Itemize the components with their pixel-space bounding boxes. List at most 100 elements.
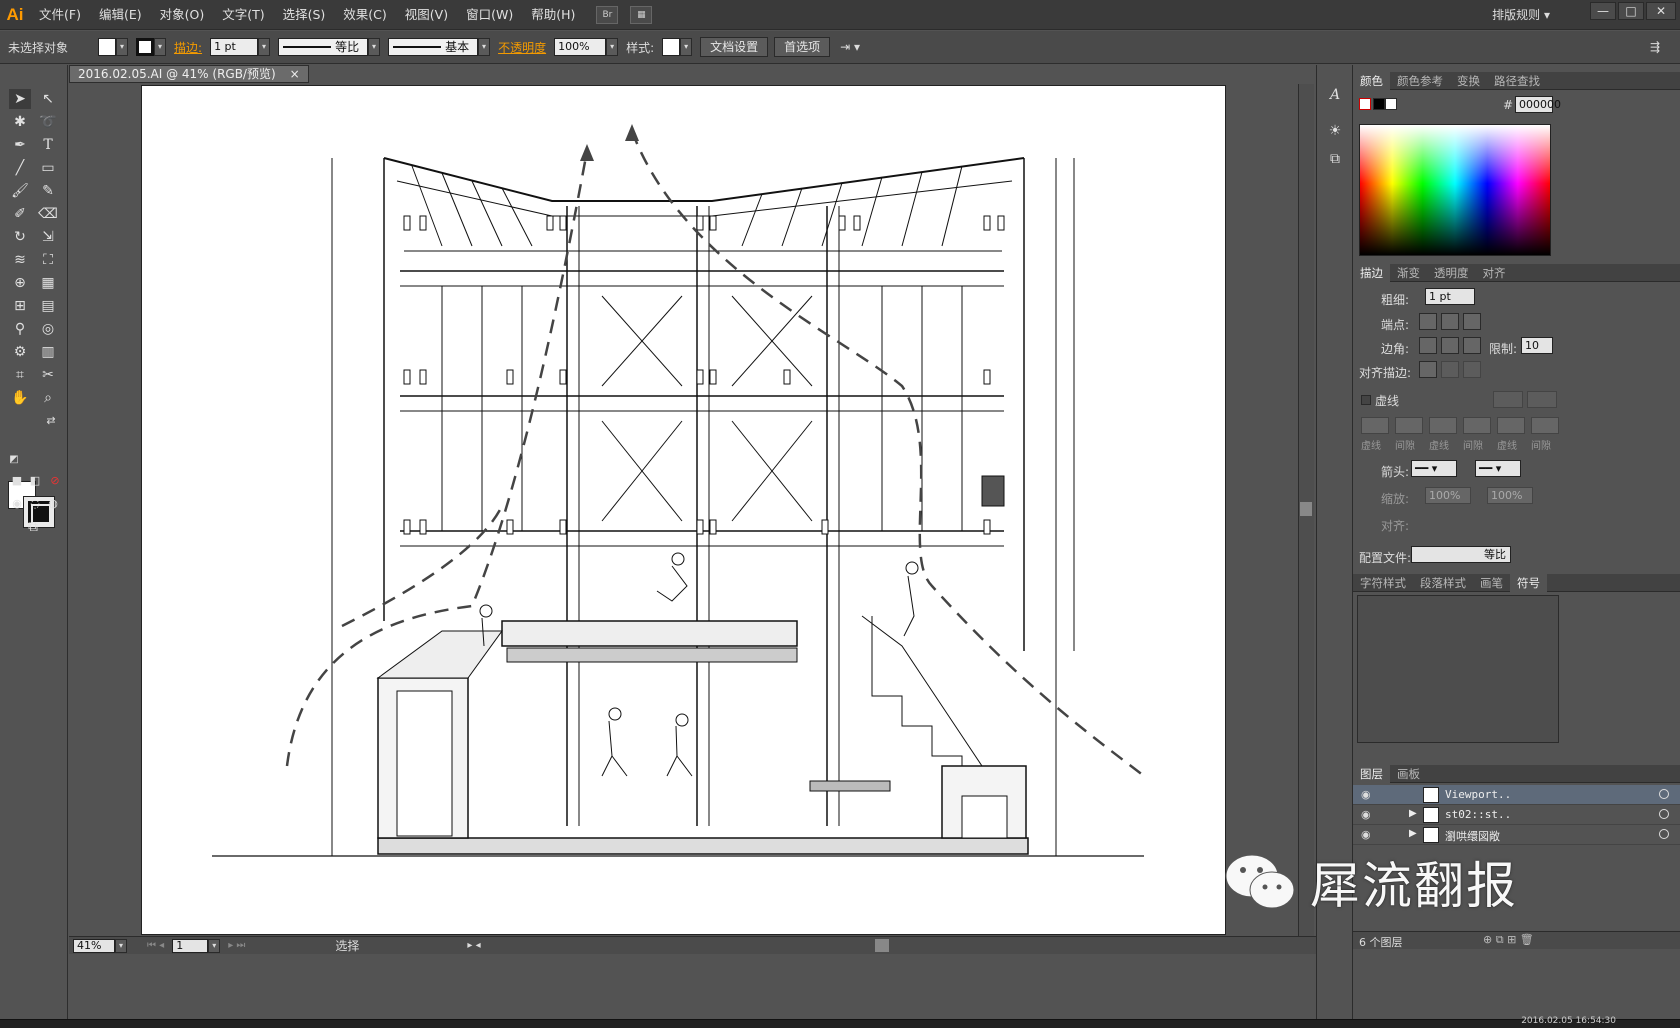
stroke-weight-dropdown[interactable]: ▾ — [258, 38, 271, 56]
align-outside-button[interactable] — [1463, 361, 1481, 378]
brush-definition[interactable]: 基本 — [388, 38, 479, 56]
last-artboard-icon[interactable]: ▸ ⏭ — [228, 940, 245, 951]
artboard-number-input[interactable]: 1 — [172, 938, 209, 953]
close-button[interactable]: ✕ — [1646, 2, 1676, 20]
first-artboard-icon[interactable]: ⏮ ◂ — [147, 940, 164, 951]
bridge-button[interactable]: Br — [596, 5, 619, 24]
menu-window[interactable]: 窗口(W) — [457, 0, 522, 30]
artboard-dropdown[interactable]: ▾ — [208, 938, 221, 953]
fill-swatch[interactable] — [98, 38, 117, 56]
menu-effect[interactable]: 效果(C) — [334, 0, 395, 30]
gap-input-2[interactable] — [1463, 417, 1491, 434]
dashed-line-checkbox[interactable] — [1361, 395, 1371, 405]
vertical-scrollbar[interactable] — [1298, 84, 1314, 936]
free-transform-tool-icon[interactable]: ⛶ — [37, 250, 59, 270]
projecting-cap-button[interactable] — [1463, 313, 1481, 330]
profile-dropdown[interactable]: ▾ — [368, 38, 381, 56]
scale-tool-icon[interactable]: ⇲ — [37, 227, 59, 247]
layer-target-icon[interactable] — [1659, 829, 1669, 839]
lasso-tool-icon[interactable]: ➰ — [37, 112, 59, 132]
tab-transform[interactable]: 变换 — [1450, 73, 1487, 89]
menu-help[interactable]: 帮助(H) — [522, 0, 584, 30]
vertical-scroll-thumb[interactable] — [1300, 502, 1312, 516]
butt-cap-button[interactable] — [1419, 313, 1437, 330]
eraser-tool-icon[interactable]: ⌫ — [37, 204, 59, 224]
blob-brush-tool-icon[interactable]: ✐ — [9, 204, 31, 224]
visibility-eye-icon[interactable]: ◉ — [1361, 808, 1373, 821]
opacity-input[interactable]: 100% — [554, 38, 607, 56]
default-colors-icon[interactable]: ◩ — [3, 450, 25, 470]
layer-name[interactable]: 瀏哄缳図敞 — [1445, 828, 1500, 844]
horizontal-scroll-thumb[interactable] — [875, 939, 889, 952]
restore-button[interactable]: □ — [1618, 2, 1644, 20]
zoom-input[interactable]: 41% — [73, 938, 115, 953]
menu-object[interactable]: 对象(O) — [151, 0, 214, 30]
tab-color[interactable]: 颜色 — [1353, 71, 1390, 90]
magic-wand-tool-icon[interactable]: ✱ — [9, 112, 31, 132]
profile-select[interactable]: 等比 — [1411, 546, 1511, 563]
dash-input-1[interactable] — [1361, 417, 1389, 434]
tab-color-guide[interactable]: 颜色参考 — [1390, 73, 1450, 89]
tab-align[interactable]: 对齐 — [1476, 265, 1513, 281]
limit-input[interactable]: 10 — [1521, 337, 1553, 354]
tab-pathfinder[interactable]: 路径查找 — [1487, 73, 1547, 89]
round-cap-button[interactable] — [1441, 313, 1459, 330]
tab-transparency[interactable]: 透明度 — [1427, 265, 1476, 281]
tab-paragraph-styles[interactable]: 段落样式 — [1413, 575, 1473, 591]
stroke-weight-input[interactable]: 1 pt — [210, 38, 259, 56]
tab-gradient[interactable]: 渐变 — [1390, 265, 1427, 281]
zoom-tool-icon[interactable]: ⌕ — [37, 388, 59, 408]
tab-character-styles[interactable]: 字符样式 — [1353, 575, 1413, 591]
pen-tool-icon[interactable]: ✒ — [9, 135, 31, 155]
dash-preserve-button[interactable] — [1493, 391, 1523, 408]
workspace-switcher[interactable]: 排版规则 ▾ — [1492, 0, 1550, 30]
appearance-panel-icon[interactable]: ☀ — [1324, 121, 1346, 141]
hex-input[interactable]: 000000 — [1515, 96, 1561, 113]
rotate-tool-icon[interactable]: ↻ — [9, 227, 31, 247]
menu-type[interactable]: 文字(T) — [213, 0, 273, 30]
dash-input-2[interactable] — [1429, 417, 1457, 434]
direct-selection-tool-icon[interactable]: ↖ — [37, 89, 59, 109]
variable-width-profile[interactable]: 等比 — [278, 38, 369, 56]
menu-file[interactable]: 文件(F) — [30, 0, 90, 30]
menu-select[interactable]: 选择(S) — [274, 0, 335, 30]
start-scale-input[interactable]: 100% — [1425, 487, 1471, 504]
fill-dropdown[interactable]: ▾ — [116, 38, 129, 56]
dash-input-3[interactable] — [1497, 417, 1525, 434]
round-join-button[interactable] — [1441, 337, 1459, 354]
tab-layers[interactable]: 图层 — [1353, 764, 1390, 783]
status-menu-icon[interactable]: ▸ ◂ — [467, 940, 480, 951]
graphic-style-swatch[interactable] — [662, 38, 681, 56]
rectangle-tool-icon[interactable]: ▭ — [37, 158, 59, 178]
symbol-sprayer-tool-icon[interactable]: ⚙ — [9, 342, 31, 362]
paintbrush-tool-icon[interactable]: 🖌 — [9, 181, 31, 201]
slice-tool-icon[interactable]: ✂ — [37, 365, 59, 385]
panel-menu-icon[interactable]: ⇶ — [1650, 40, 1660, 54]
type-tool-icon[interactable]: T — [37, 135, 59, 155]
none-color-icon[interactable] — [1359, 98, 1371, 110]
menu-edit[interactable]: 编辑(E) — [90, 0, 151, 30]
visibility-eye-icon[interactable]: ◉ — [1361, 828, 1373, 841]
perspective-grid-tool-icon[interactable]: ▦ — [37, 273, 59, 293]
align-center-button[interactable] — [1419, 361, 1437, 378]
tab-artboards[interactable]: 画板 — [1390, 766, 1427, 782]
miter-join-button[interactable] — [1419, 337, 1437, 354]
column-graph-tool-icon[interactable]: ▥ — [37, 342, 59, 362]
brush-dropdown[interactable]: ▾ — [478, 38, 491, 56]
bevel-join-button[interactable] — [1463, 337, 1481, 354]
character-panel-icon[interactable]: A — [1324, 85, 1346, 105]
layer-name[interactable]: Viewport.. — [1445, 788, 1511, 801]
layer-target-icon[interactable] — [1659, 809, 1669, 819]
zoom-dropdown[interactable]: ▾ — [115, 938, 127, 953]
document-setup-button[interactable]: 文档设置 — [700, 37, 769, 57]
shape-builder-tool-icon[interactable]: ⊕ — [9, 273, 31, 293]
swap-fill-stroke-icon[interactable]: ⇄ — [40, 411, 62, 431]
layer-row[interactable]: ◉ Viewport.. — [1353, 785, 1680, 805]
align-options-icon[interactable]: ⇥ ▾ — [840, 40, 860, 54]
layer-name[interactable]: st02::st.. — [1445, 808, 1511, 821]
start-arrowhead-select[interactable]: ━━ ▾ — [1411, 460, 1457, 477]
width-tool-icon[interactable]: ≋ — [9, 250, 31, 270]
expand-arrow-icon[interactable]: ▶ — [1409, 828, 1417, 839]
artboard-tool-icon[interactable]: ⌗ — [9, 365, 31, 385]
gap-input-1[interactable] — [1395, 417, 1423, 434]
